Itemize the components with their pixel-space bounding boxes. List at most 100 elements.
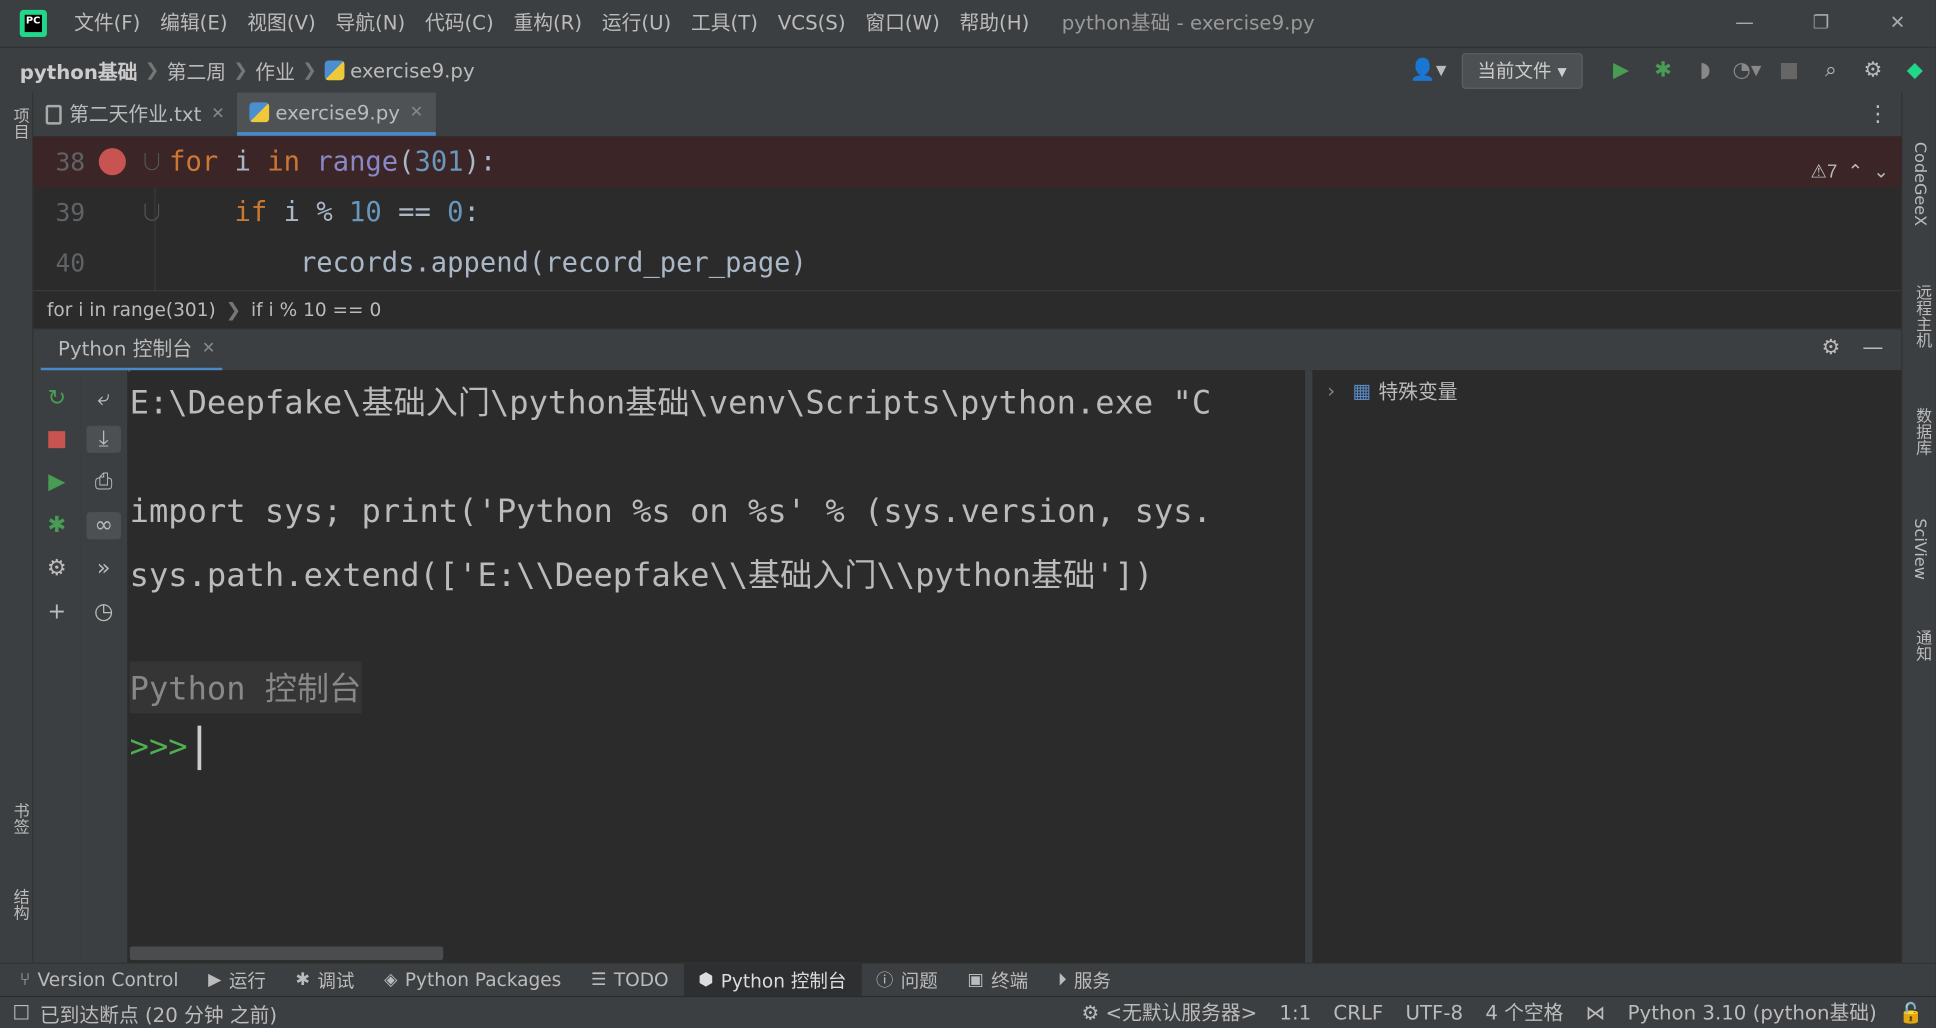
tool-version-control[interactable]: ⑂ Version Control xyxy=(0,963,193,996)
show-variables-icon[interactable]: ∞ xyxy=(86,512,121,540)
close-icon[interactable]: ✕ xyxy=(211,93,224,136)
menu-view[interactable]: 视图(V) xyxy=(237,0,325,47)
run-config-select[interactable]: 当前文件 ▾ xyxy=(1461,52,1583,89)
breadcrumb-file[interactable]: exercise9.py xyxy=(350,59,475,82)
gear-icon[interactable]: ⚙ xyxy=(1852,58,1894,83)
tab-txt-file[interactable]: 第二天作业.txt ✕ xyxy=(33,93,237,136)
code-expr: : xyxy=(463,197,480,229)
bookmarks-tool-button[interactable]: 书签 xyxy=(7,802,30,834)
menu-edit[interactable]: 编辑(E) xyxy=(150,0,237,47)
info-icon: ⓘ xyxy=(876,971,894,991)
indent-setting[interactable]: 4 个空格 xyxy=(1485,997,1563,1028)
gear-icon[interactable]: ⚙ xyxy=(1810,336,1852,361)
debug-icon[interactable]: ✱ xyxy=(1642,58,1684,83)
menu-navigate[interactable]: 导航(N) xyxy=(326,0,415,47)
menu-vcs[interactable]: VCS(S) xyxy=(768,0,856,47)
scroll-to-end-icon[interactable]: ⤓ xyxy=(86,425,121,453)
menu-window[interactable]: 窗口(W) xyxy=(855,0,949,47)
close-icon[interactable]: ✕ xyxy=(202,329,215,367)
add-icon[interactable]: + xyxy=(33,599,80,626)
menu-file[interactable]: 文件(F) xyxy=(64,0,150,47)
codegeex-logo-icon[interactable]: ◆ xyxy=(1894,58,1936,83)
terminal-icon: ▣ xyxy=(967,970,984,990)
tool-debug[interactable]: ✱ 调试 xyxy=(281,963,370,996)
horizontal-scrollbar[interactable] xyxy=(129,946,444,961)
tool-services[interactable]: ⏵ 服务 xyxy=(1043,963,1126,996)
tool-python-packages[interactable]: ◈ Python Packages xyxy=(369,963,576,996)
fold-icon[interactable] xyxy=(144,153,160,171)
menu-tools[interactable]: 工具(T) xyxy=(681,0,768,47)
variables-panel: › ▦ 特殊变量 xyxy=(1304,370,1902,963)
restore-button[interactable]: ❐ xyxy=(1783,0,1860,47)
branch-icon: ⑂ xyxy=(19,970,31,990)
rerun-icon[interactable]: ↻ xyxy=(33,385,80,412)
code-editor[interactable]: 38 for i in range(301): ⚠7 ⌃ ⌄ 39 if i %… xyxy=(33,136,1902,291)
line-ending[interactable]: CRLF xyxy=(1333,997,1383,1028)
more-vertical-icon[interactable]: ⋮ xyxy=(1867,93,1889,136)
tool-terminal[interactable]: ▣ 终端 xyxy=(953,963,1043,996)
code-line[interactable]: 40 records.append(record_per_page) xyxy=(33,238,1901,289)
menu-refactor[interactable]: 重构(R) xyxy=(504,0,592,47)
menu-run[interactable]: 运行(U) xyxy=(592,0,681,47)
notifications-tool-button[interactable]: 通知 xyxy=(1910,629,1933,661)
breadcrumb-week[interactable]: 第二周 xyxy=(167,56,226,86)
structure-tool-button[interactable]: 结构 xyxy=(7,889,30,921)
tool-problems[interactable]: ⓘ 问题 xyxy=(861,963,952,996)
code-paren: ): xyxy=(463,146,497,178)
code-paren: ( xyxy=(398,146,415,178)
special-variables-node[interactable]: › ▦ 特殊变量 xyxy=(1327,375,1457,405)
layout-toggle-icon[interactable]: ☐ xyxy=(12,1001,30,1024)
server-status[interactable]: ⚙ <无默认服务器> xyxy=(1082,997,1258,1028)
run-config-label: 当前文件 xyxy=(1477,59,1552,83)
minimize-button[interactable]: — xyxy=(1706,0,1783,47)
gear-icon[interactable]: ⚙ xyxy=(33,555,80,582)
stop-icon[interactable]: ■ xyxy=(33,426,80,453)
database-tool-button[interactable]: 数据库 xyxy=(1910,407,1933,455)
execute-icon[interactable]: ▶ xyxy=(33,469,80,496)
breadcrumb-project[interactable]: python基础 xyxy=(20,56,138,86)
coverage-icon[interactable]: ◗ xyxy=(1684,58,1726,83)
stop-icon[interactable]: ■ xyxy=(1768,58,1810,83)
menu-help[interactable]: 帮助(H) xyxy=(950,0,1040,47)
codegeex-tool-button[interactable]: CodeGeeX xyxy=(1910,142,1929,226)
breakpoint-icon[interactable] xyxy=(98,148,126,176)
profile-icon[interactable]: ◔▾ xyxy=(1726,58,1768,83)
file-encoding[interactable]: UTF-8 xyxy=(1406,997,1464,1028)
console-output[interactable]: E:\Deepfake\基础入门\python基础\venv\Scripts\p… xyxy=(129,370,1305,963)
tab-exercise9[interactable]: exercise9.py ✕ xyxy=(237,91,436,136)
history-clock-icon[interactable]: ◷ xyxy=(80,599,127,626)
close-icon[interactable]: ✕ xyxy=(410,91,423,134)
tool-run[interactable]: ▶ 运行 xyxy=(193,963,280,996)
print-icon[interactable]: ⎙ xyxy=(80,469,127,496)
codegeex-status-icon[interactable]: ⋈ xyxy=(1586,997,1606,1028)
line-number: 40 xyxy=(55,248,86,278)
chevron-right-icon[interactable]: › xyxy=(1327,378,1335,401)
caret-position[interactable]: 1:1 xyxy=(1279,997,1311,1028)
close-button[interactable]: ✕ xyxy=(1859,0,1936,47)
tool-todo[interactable]: ☰ TODO xyxy=(576,963,683,996)
menu-code[interactable]: 代码(C) xyxy=(415,0,503,47)
user-icon[interactable]: 👤▾ xyxy=(1407,58,1449,83)
code-line[interactable]: 38 for i in range(301): ⚠7 ⌃ ⌄ xyxy=(33,136,1902,188)
console-prompt-line[interactable]: >>> xyxy=(130,725,202,771)
minimize-panel-icon[interactable]: — xyxy=(1852,336,1894,361)
debug-icon[interactable]: ✱ xyxy=(33,512,80,539)
lock-icon[interactable]: 🔓 xyxy=(1899,997,1924,1028)
double-chevron-right-icon[interactable]: » xyxy=(80,555,127,582)
python-interpreter[interactable]: Python 3.10 (python基础) xyxy=(1628,997,1877,1028)
code-crumb-for[interactable]: for i in range(301) xyxy=(47,291,216,328)
tool-python-console[interactable]: ⬢ Python 控制台 xyxy=(683,963,862,997)
code-crumb-if[interactable]: if i % 10 == 0 xyxy=(251,291,381,328)
soft-wrap-icon[interactable]: ⤶ xyxy=(80,385,127,412)
remote-host-tool-button[interactable]: 远程主机 xyxy=(1910,284,1933,348)
code-line[interactable]: 39 if i % 10 == 0: xyxy=(33,188,1901,239)
sciview-tool-button[interactable]: SciView xyxy=(1910,518,1929,580)
project-tool-button[interactable]: 项目 xyxy=(7,107,30,139)
tab-python-console[interactable]: Python 控制台 ✕ xyxy=(40,329,223,371)
main-menu: 文件(F) 编辑(E) 视图(V) 导航(N) 代码(C) 重构(R) 运行(U… xyxy=(64,0,1039,47)
search-icon[interactable]: ⌕ xyxy=(1810,58,1852,83)
fold-icon[interactable] xyxy=(144,203,160,221)
breadcrumb-folder[interactable]: 作业 xyxy=(255,56,295,86)
run-icon[interactable]: ▶ xyxy=(1600,58,1642,83)
